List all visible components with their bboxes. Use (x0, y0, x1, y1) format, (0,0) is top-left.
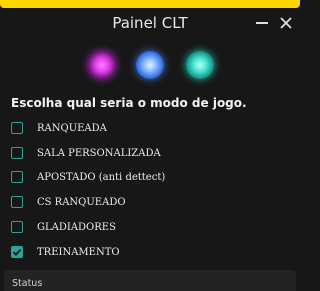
checkmark-icon (12, 248, 22, 256)
option-apostado[interactable]: APOSTADO (anti dettect) (11, 168, 165, 186)
status-panel: Status (4, 270, 296, 291)
mode-question: Escolha qual seria o modo de jogo. (11, 96, 247, 110)
option-label: RANQUEADA (37, 122, 107, 134)
checkbox[interactable] (11, 122, 23, 134)
blue-orb-icon (136, 51, 164, 79)
option-cs-ranqueado[interactable]: CS RANQUEADO (11, 193, 126, 211)
option-label: TREINAMENTO (37, 246, 120, 258)
close-button[interactable] (274, 11, 298, 35)
title-bar: Painel CLT (0, 8, 300, 38)
orb-icons (0, 51, 300, 83)
checkbox[interactable] (11, 196, 23, 208)
status-label: Status (12, 278, 43, 289)
option-sala-personalizada[interactable]: SALA PERSONALIZADA (11, 144, 161, 162)
option-label: APOSTADO (anti dettect) (37, 171, 166, 183)
magenta-orb-icon (88, 51, 116, 79)
teal-orb-icon (186, 51, 214, 79)
option-gladiadores[interactable]: GLADIADORES (11, 218, 116, 236)
minimize-button[interactable] (250, 11, 274, 35)
accent-bar (0, 0, 300, 8)
checkbox[interactable] (11, 147, 23, 159)
option-label: GLADIADORES (37, 221, 116, 233)
minimize-icon (256, 22, 268, 24)
option-ranqueada[interactable]: RANQUEADA (11, 119, 107, 137)
checkbox[interactable] (11, 221, 23, 233)
checkbox[interactable] (11, 171, 23, 183)
close-icon (280, 17, 292, 29)
option-treinamento[interactable]: TREINAMENTO (11, 243, 120, 261)
option-label: CS RANQUEADO (37, 196, 126, 208)
option-label: SALA PERSONALIZADA (37, 147, 161, 159)
checkbox-checked[interactable] (11, 246, 23, 258)
